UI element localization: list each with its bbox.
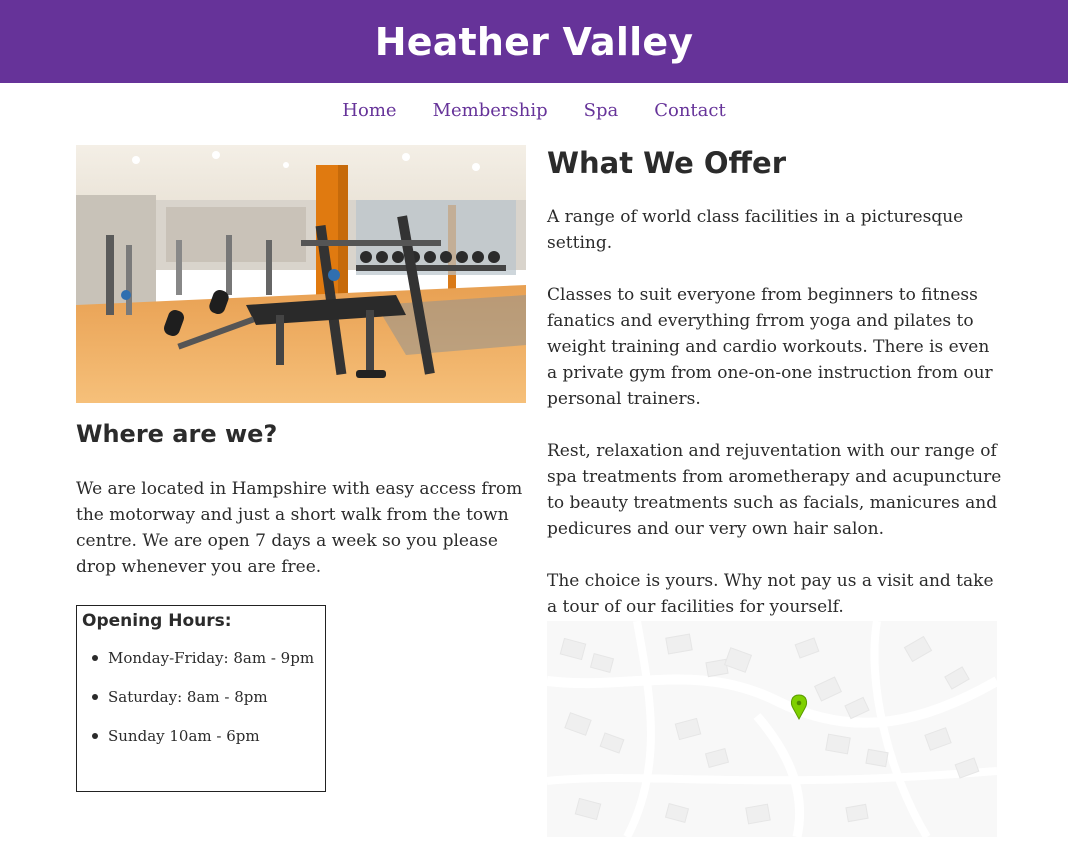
site-title: Heather Valley xyxy=(374,19,694,64)
list-item: Monday-Friday: 8am - 9pm xyxy=(92,648,320,668)
list-item: Saturday: 8am - 8pm xyxy=(92,687,320,707)
gym-photo xyxy=(76,145,526,403)
where-text: We are located in Hampshire with easy ac… xyxy=(76,479,523,577)
list-item: Sunday 10am - 6pm xyxy=(92,726,320,746)
bullet-icon xyxy=(92,655,98,661)
offer-text: A range of world class facilities in a p… xyxy=(547,204,1002,646)
opening-hours-box: Opening Hours: Monday-Friday: 8am - 9pm … xyxy=(76,605,326,792)
main-nav: Home Membership Spa Contact xyxy=(0,100,1068,128)
offer-heading: What We Offer xyxy=(547,146,786,180)
offer-paragraph: The choice is yours. Why not pay us a vi… xyxy=(547,571,994,617)
bullet-icon xyxy=(92,694,98,700)
nav-home-link[interactable]: Home xyxy=(342,100,396,128)
offer-paragraph: A range of world class facilities in a p… xyxy=(547,207,964,253)
opening-hours-list: Monday-Friday: 8am - 9pm Saturday: 8am -… xyxy=(82,648,320,746)
bullet-icon xyxy=(92,733,98,739)
offer-paragraph: Rest, relaxation and rejuventation with … xyxy=(547,441,1002,539)
nav-contact-link[interactable]: Contact xyxy=(654,100,725,128)
nav-membership-link[interactable]: Membership xyxy=(433,100,548,128)
location-map[interactable] xyxy=(547,621,997,837)
offer-paragraph: Classes to suit everyone from beginners … xyxy=(547,285,993,409)
hours-text: Sunday 10am - 6pm xyxy=(108,727,260,745)
where-heading: Where are we? xyxy=(76,420,278,448)
opening-hours-heading: Opening Hours: xyxy=(82,611,232,631)
hours-text: Monday-Friday: 8am - 9pm xyxy=(108,649,315,667)
hours-text: Saturday: 8am - 8pm xyxy=(108,688,268,706)
nav-spa-link[interactable]: Spa xyxy=(584,100,619,128)
site-header: Heather Valley xyxy=(0,0,1068,83)
